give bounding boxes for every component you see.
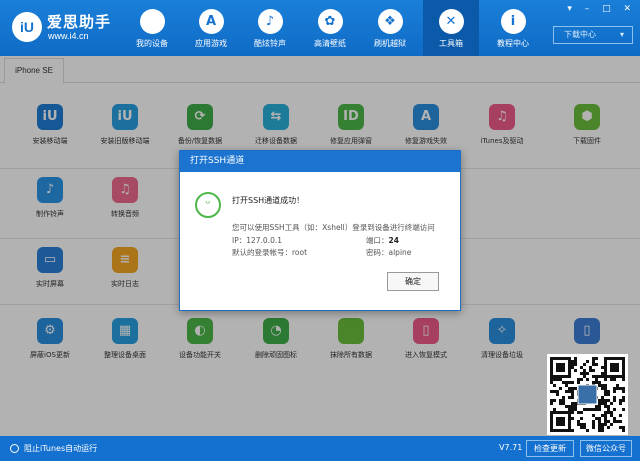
apple-icon: [139, 9, 165, 34]
ssh-dialog: 打开SSH通道 ᵕ 打开SSH通道成功！ 您可以使用SSH工具（如：Xshell…: [179, 150, 461, 311]
port-value: 24: [388, 236, 399, 245]
nav-item-label: 应用游戏: [195, 39, 227, 48]
nav-item-label: 工具箱: [439, 39, 463, 48]
check-update-button[interactable]: 检查更新: [526, 440, 574, 457]
window-controls[interactable]: ▾ – □ ✕: [567, 4, 636, 14]
dialog-hint: 您可以使用SSH工具（如：Xshell）登录到设备进行终端访问: [232, 223, 435, 232]
nav-item-4[interactable]: ✿ 高清壁纸: [302, 0, 358, 56]
app-site: www.i4.cn: [48, 31, 89, 41]
dialog-message: 打开SSH通道成功！: [232, 196, 305, 205]
bell-icon: ♪: [257, 9, 283, 34]
version-label: V7.71: [499, 443, 523, 452]
status-bar: 阻止iTunes自动运行 V7.71 检查更新 微信公众号: [0, 436, 640, 461]
nav-item-2[interactable]: A 应用游戏: [183, 0, 239, 56]
nav-item-1[interactable]: 我的设备: [124, 0, 180, 56]
top-header: iU 爱思助手 www.i4.cn 我的设备 A 应用游戏 ♪ 酷炫铃声 ✿ 高清壁纸 ❖ 刷机…: [0, 0, 640, 56]
nav-item-label: 我的设备: [136, 39, 168, 48]
nav-item-6[interactable]: ✕ 工具箱: [423, 0, 479, 56]
dialog-password: 密码：alpine: [366, 248, 412, 257]
download-center-label: 下载中心: [564, 30, 596, 39]
port-label: 端口：: [366, 236, 389, 245]
block-icon[interactable]: [10, 444, 19, 453]
nav-item-label: 教程中心: [497, 39, 529, 48]
dialog-account: 默认的登录帐号：root: [232, 248, 308, 257]
i4-logo-icon: iU: [12, 12, 42, 42]
smile-icon: ᵕ: [195, 192, 221, 218]
nav-item-5[interactable]: ❖ 刷机越狱: [362, 0, 418, 56]
itunes-block-toggle[interactable]: 阻止iTunes自动运行: [24, 443, 97, 454]
wechat-button[interactable]: 微信公众号: [580, 440, 632, 457]
ok-button[interactable]: 确定: [387, 272, 439, 291]
wechat-qr-code: [547, 354, 628, 435]
app-store-icon: A: [198, 9, 224, 34]
nav-item-3[interactable]: ♪ 酷炫铃声: [242, 0, 298, 56]
nav-item-7[interactable]: i 教程中心: [485, 0, 541, 56]
chevron-down-icon: ▾: [619, 30, 624, 39]
nav-item-label: 酷炫铃声: [254, 39, 286, 48]
dropbox-icon: ❖: [377, 9, 403, 34]
info-icon: i: [500, 9, 526, 34]
download-center-button[interactable]: 下载中心 ▾: [553, 26, 633, 44]
nav-item-label: 高清壁纸: [314, 39, 346, 48]
wallpaper-icon: ✿: [317, 9, 343, 34]
dialog-ip: IP：127.0.0.1: [232, 236, 283, 245]
app-brand: 爱思助手: [47, 13, 112, 31]
toolbox-icon: ✕: [438, 9, 464, 34]
dialog-port: 端口：24: [366, 235, 399, 246]
dialog-title: 打开SSH通道: [180, 151, 460, 172]
nav-item-label: 刷机越狱: [374, 39, 406, 48]
